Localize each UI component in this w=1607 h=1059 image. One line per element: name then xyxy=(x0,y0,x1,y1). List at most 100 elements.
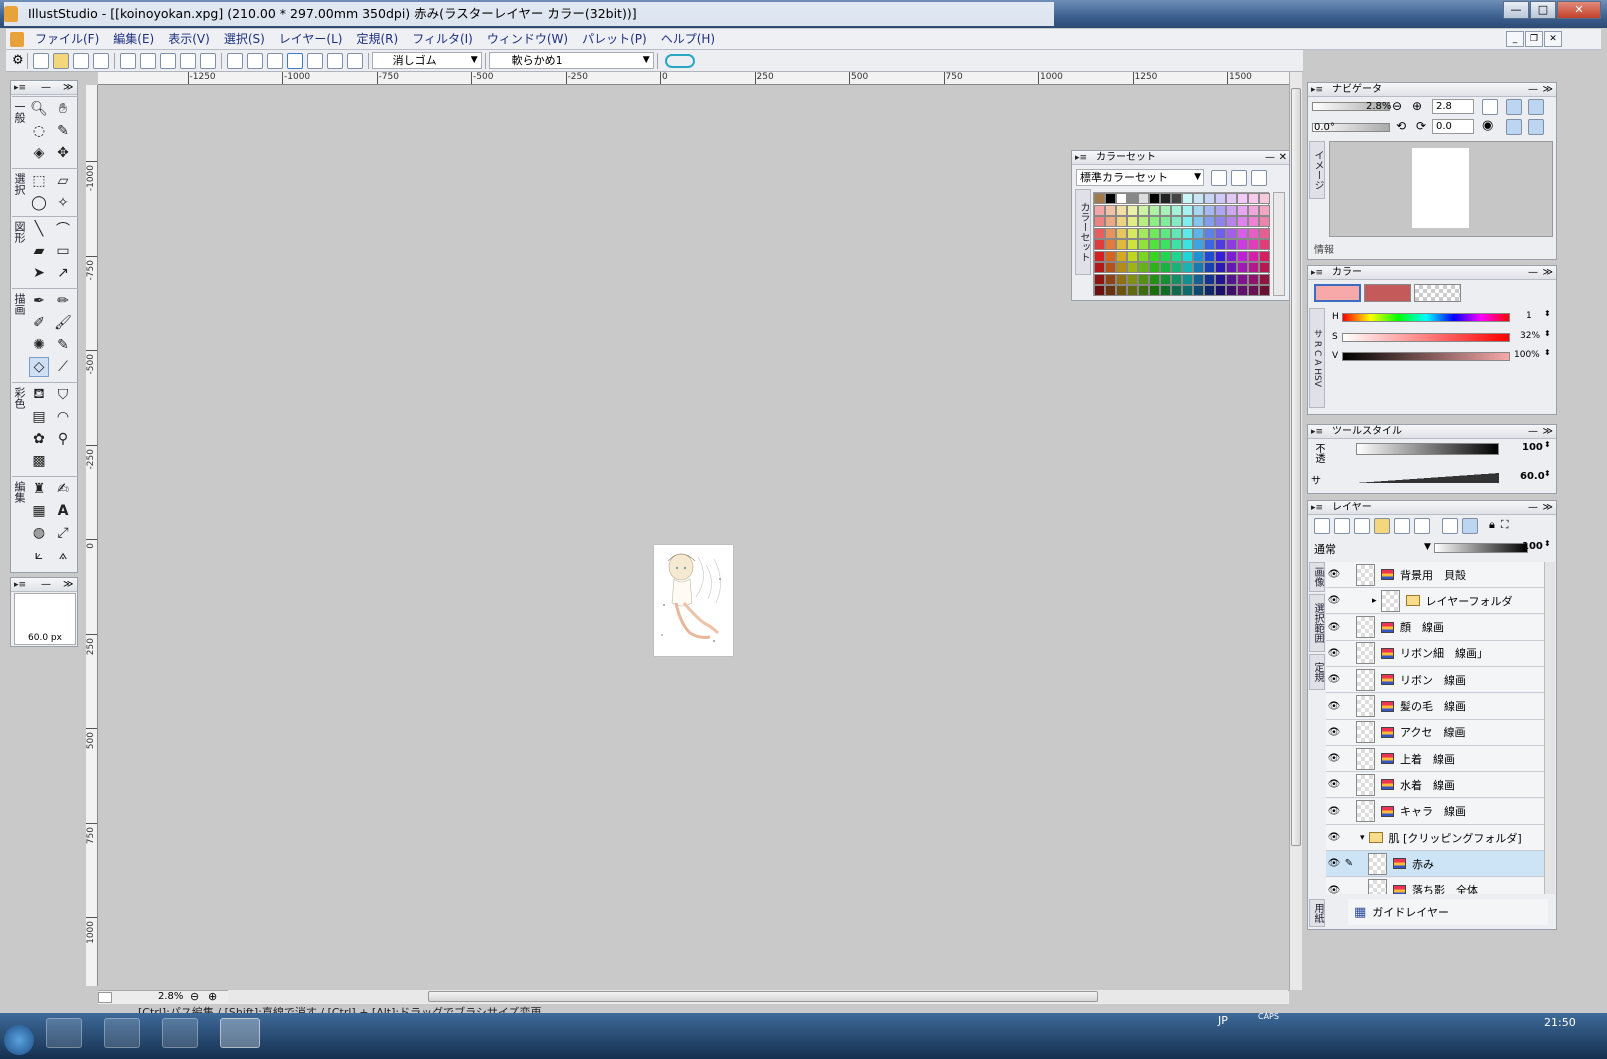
color-swatch[interactable] xyxy=(1171,239,1182,250)
close-button[interactable]: ✕ xyxy=(1557,1,1601,19)
delete-color-icon[interactable] xyxy=(1251,170,1267,186)
rectangle-tool-icon[interactable]: ▭ xyxy=(53,241,73,261)
expand-panel-icon[interactable]: ≫ xyxy=(1543,266,1553,279)
rotate-left-icon[interactable]: ⟲ xyxy=(1396,119,1406,133)
color-swatch[interactable] xyxy=(1094,216,1105,227)
color-swatch[interactable] xyxy=(1248,239,1259,250)
color-swatch[interactable] xyxy=(1094,204,1105,216)
brush-size-preview[interactable]: 60.0 px xyxy=(14,593,76,645)
color-swatch[interactable] xyxy=(1105,204,1116,216)
clip-studio-icon[interactable] xyxy=(664,53,695,68)
taskbar-app-3[interactable] xyxy=(162,1018,198,1048)
color-swatch[interactable] xyxy=(1149,262,1160,273)
color-swatch[interactable] xyxy=(1116,227,1127,239)
color-swatch[interactable] xyxy=(1160,285,1171,296)
color-swatch[interactable] xyxy=(1248,285,1259,296)
marker-tool-icon[interactable]: ✐ xyxy=(29,313,49,333)
color-swatch[interactable] xyxy=(1094,193,1105,204)
color-swatch[interactable] xyxy=(1259,285,1270,296)
color-swatch[interactable] xyxy=(1182,204,1193,216)
color-swatch[interactable] xyxy=(1105,250,1116,262)
expand-panel-icon[interactable]: ≫ xyxy=(63,578,73,591)
document-canvas[interactable] xyxy=(654,545,733,656)
color-swatch[interactable] xyxy=(1105,262,1116,273)
color-swatch[interactable] xyxy=(1149,239,1160,250)
color-swatch[interactable] xyxy=(1149,285,1160,296)
color-swatch[interactable] xyxy=(1215,204,1226,216)
visibility-eye-icon[interactable]: 👁︎ xyxy=(1326,674,1342,685)
blend-mode[interactable]: 通常 xyxy=(1314,541,1336,557)
layer-row[interactable]: 👁︎ 髪の毛 線画 xyxy=(1326,693,1550,720)
tool-select[interactable]: 消しゴム ▼ xyxy=(371,52,482,69)
color-swatch[interactable] xyxy=(1171,285,1182,296)
color-swatch[interactable] xyxy=(1237,273,1248,285)
color-swatch[interactable] xyxy=(1138,216,1149,227)
expand-panel-icon[interactable]: ≫ xyxy=(1543,83,1553,96)
color-swatch[interactable] xyxy=(1204,216,1215,227)
curve-tool-icon[interactable]: ⌒ xyxy=(53,219,73,239)
color-swatch[interactable] xyxy=(1204,285,1215,296)
color-swatch[interactable] xyxy=(1248,250,1259,262)
menu-help[interactable]: ヘルプ(H) xyxy=(654,29,722,49)
layer-row[interactable]: 👁︎ リボン 線画 xyxy=(1326,667,1550,694)
color-swatch[interactable] xyxy=(1204,250,1215,262)
color-swatch[interactable] xyxy=(1182,193,1193,204)
color-swatch[interactable] xyxy=(1259,273,1270,285)
color-swatch[interactable] xyxy=(1237,204,1248,216)
airbrush-tool-icon[interactable]: ✺ xyxy=(29,335,49,355)
opacity-spinner-icon[interactable]: ⬍ xyxy=(1544,440,1551,449)
new-layer-menu-icon[interactable] xyxy=(1354,518,1370,534)
copy-layer-icon[interactable] xyxy=(1394,518,1410,534)
color-swatch[interactable] xyxy=(1182,262,1193,273)
layer-opacity-slider[interactable] xyxy=(1434,543,1528,553)
color-swatch[interactable] xyxy=(1237,227,1248,239)
color-swatch[interactable] xyxy=(1215,239,1226,250)
color-swatch[interactable] xyxy=(1193,262,1204,273)
visibility-eye-icon[interactable]: 👁︎ xyxy=(1326,806,1342,817)
visibility-eye-icon[interactable]: 👁︎ xyxy=(1326,779,1342,790)
grip-icon[interactable]: ▸≡ xyxy=(1311,502,1323,515)
expand-panel-icon[interactable]: ≫ xyxy=(63,81,73,94)
color-swatch[interactable] xyxy=(1138,239,1149,250)
color-swatch[interactable] xyxy=(1204,193,1215,204)
color-swatch[interactable] xyxy=(1094,227,1105,239)
value-slider[interactable] xyxy=(1342,352,1510,361)
color-swatch[interactable] xyxy=(1127,262,1138,273)
brush-select[interactable]: 軟らかめ1 ▼ xyxy=(488,52,654,69)
color-swatch[interactable] xyxy=(1182,285,1193,296)
rotation-input[interactable]: 0.0 xyxy=(1432,119,1474,134)
visibility-eye-icon[interactable]: 👁︎ xyxy=(1326,701,1342,712)
flip-horizontal-icon[interactable] xyxy=(1506,119,1522,135)
menu-layer[interactable]: レイヤー(L) xyxy=(272,29,350,49)
saturation-slider[interactable] xyxy=(1342,333,1510,342)
color-set-vtab[interactable]: カラーセット xyxy=(1075,189,1091,275)
pattern-tool-icon[interactable]: ▩ xyxy=(29,451,49,471)
vertical-scroll-thumb[interactable] xyxy=(1291,88,1301,846)
blend-tool-icon[interactable]: ⟋ xyxy=(53,357,73,377)
loading-icon[interactable] xyxy=(286,52,303,69)
pencil-tool-icon[interactable]: ✏ xyxy=(53,291,73,311)
pen-tool-icon[interactable]: ✒ xyxy=(29,291,49,311)
ruler-tool-icon[interactable]: ⟀ xyxy=(29,545,49,565)
3d-tool-icon[interactable]: ◍ xyxy=(29,523,49,543)
layer-row[interactable]: 👁︎ ✎ 赤み xyxy=(1326,851,1550,878)
guide-layer-row[interactable]: ▦ ガイドレイヤー xyxy=(1348,899,1548,925)
color-mode-vtabs[interactable]: サ R C A HSV xyxy=(1309,308,1325,408)
color-swatch[interactable] xyxy=(1094,239,1105,250)
color-swatch[interactable] xyxy=(1149,204,1160,216)
text-tool-icon[interactable]: A xyxy=(53,501,73,521)
color-swatch[interactable] xyxy=(1094,285,1105,296)
lasso-tool-icon[interactable]: ◯ xyxy=(29,193,49,213)
color-swatch[interactable] xyxy=(1138,227,1149,239)
visibility-eye-icon[interactable]: 👁︎ xyxy=(1326,858,1342,869)
reference-layer-icon[interactable]: ⛶ xyxy=(1501,518,1509,534)
color-swatch[interactable] xyxy=(1259,227,1270,239)
color-swatch[interactable] xyxy=(1127,227,1138,239)
flip-icon[interactable] xyxy=(199,52,216,69)
color-swatch[interactable] xyxy=(1226,250,1237,262)
add-color-icon[interactable] xyxy=(1211,170,1227,186)
color-swatch[interactable] xyxy=(1237,193,1248,204)
layer-row[interactable]: 👁︎ ▾ 肌 [クリッピングフォルダ] xyxy=(1326,825,1550,851)
maximize-button[interactable]: □ xyxy=(1530,1,1556,19)
color-swatch[interactable] xyxy=(1226,273,1237,285)
